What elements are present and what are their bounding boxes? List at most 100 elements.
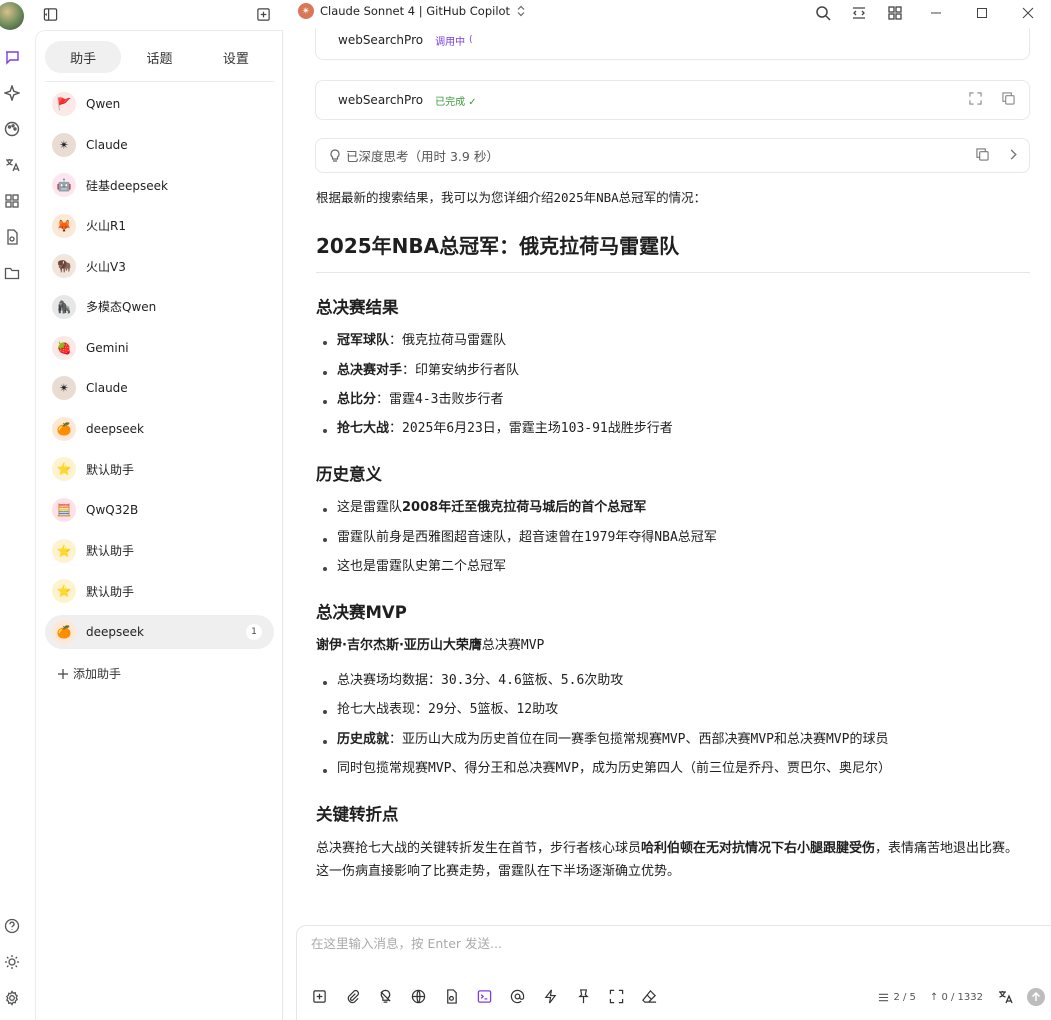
assistant-name: 多模态Qwen	[86, 300, 157, 315]
toggle-sidebar-icon[interactable]	[40, 4, 60, 24]
context-counter[interactable]: 2 / 5	[878, 992, 916, 1003]
sidebar-item-assistant[interactable]: 🦊 火山R1	[45, 209, 274, 243]
message-title: 2025年NBA总冠军：俄克拉荷马雷霆队	[316, 230, 1030, 273]
assistant-name: deepseek	[86, 624, 144, 639]
list-item: 抢七大战表现：29分、5篮板、12助攻	[316, 700, 1030, 721]
tab-settings[interactable]: 设置	[198, 41, 274, 73]
mention-icon[interactable]	[507, 986, 527, 1006]
section-heading: 总决赛MVP	[316, 602, 407, 622]
sidebar-item-assistant[interactable]: 🧮 QwQ32B	[45, 493, 274, 527]
sidebar-item-assistant[interactable]: ✴ Claude	[45, 371, 274, 405]
thinking-mode-icon[interactable]	[375, 986, 395, 1006]
new-topic-icon[interactable]	[309, 986, 329, 1006]
eraser-icon[interactable]	[639, 986, 659, 1006]
title-bar: ✴ Claude Sonnet 4 | GitHub Copilot	[0, 0, 1051, 28]
close-icon[interactable]	[1005, 0, 1051, 26]
fullscreen-icon[interactable]	[606, 986, 626, 1006]
chat-icon[interactable]	[2, 47, 22, 67]
tab-assistants[interactable]: 助手	[45, 41, 122, 73]
star-emoji: ⭐	[52, 538, 76, 563]
quick-phrase-icon[interactable]	[540, 986, 560, 1006]
sidebar-item-assistant[interactable]: 🤖 硅基deepseek	[45, 168, 274, 202]
message-intro: 根据最新的搜索结果，我可以为您详细介绍2025年NBA总冠军的情况：	[316, 190, 707, 205]
sidebar-item-assistant[interactable]: 🍊 deepseek	[45, 412, 274, 446]
list-item: 冠军球队：俄克拉荷马雷霆队	[316, 331, 1030, 352]
expand-icon[interactable]	[969, 92, 982, 105]
assistant-name: QwQ32B	[86, 502, 139, 517]
list-item: 总比分：雷霆4-3击败步行者	[316, 390, 1030, 411]
turning-paragraph: 总决赛抢七大战的关键转折发生在首节，步行者核心球员哈利伯顿在无对抗情况下右小腿跟…	[316, 841, 1019, 879]
translate-icon[interactable]	[997, 989, 1013, 1005]
arrow-up-icon	[1031, 992, 1041, 1001]
section-heading: 历史意义	[316, 465, 382, 485]
sidebar-item-assistant[interactable]: 🍊 deepseek 1	[45, 614, 274, 649]
star-emoji: ⭐	[52, 457, 76, 482]
search-icon[interactable]	[805, 0, 841, 26]
tool-call-card[interactable]: webSearchPro 调用中 (	[315, 28, 1030, 60]
section-heading: 总决赛结果	[316, 298, 399, 317]
sidebar-item-assistant[interactable]: 🍓 Gemini	[45, 331, 274, 365]
pin-icon[interactable]	[573, 986, 593, 1006]
knowledge-base-icon[interactable]	[441, 986, 461, 1006]
strawberry-emoji: 🍓	[52, 335, 76, 360]
loading-spinner-icon: (	[469, 35, 473, 45]
add-assistant-label: 添加助手	[73, 667, 122, 681]
send-button[interactable]	[1027, 988, 1045, 1006]
document-icon[interactable]	[2, 227, 22, 247]
tangerine-emoji: 🍊	[52, 416, 76, 441]
sidebar-item-assistant[interactable]: 🦬 火山V3	[45, 249, 274, 283]
model-selector[interactable]: ✴ Claude Sonnet 4 | GitHub Copilot	[298, 3, 526, 19]
list-icon	[879, 993, 889, 1001]
new-topic-icon[interactable]	[253, 4, 273, 24]
assistant-sidebar: 助手 话题 设置 🚩 Qwen ✴ Claude 🤖 硅基deepseek 🦊 火山R1 🦬 火山…	[35, 30, 283, 1020]
tab-topics[interactable]: 话题	[121, 41, 197, 73]
tool-call-card[interactable]: webSearchPro 已完成 ✓	[315, 80, 1030, 120]
sidebar-item-assistant[interactable]: ⭐ 默认助手	[45, 534, 274, 568]
assistant-name: 火山V3	[86, 259, 126, 274]
sidebar-item-assistant[interactable]: ⭐ 默认助手	[45, 452, 274, 486]
sidebar-item-assistant[interactable]: 🦍 多模态Qwen	[45, 290, 274, 324]
chevron-right-icon[interactable]	[1007, 148, 1019, 161]
mcp-tools-icon[interactable]	[474, 986, 494, 1006]
thinking-label: 已深度思考（用时 3.9 秒）	[346, 149, 499, 164]
settings-gear-icon[interactable]	[2, 988, 22, 1008]
attachment-icon[interactable]	[342, 986, 362, 1006]
list-item: 同时包揽常规赛MVP、得分王和总决赛MVP，成为历史第四人（前三位是乔丹、贾巴尔…	[316, 759, 1030, 780]
assistant-name: 默认助手	[86, 544, 135, 559]
list-item: 抢七大战：2025年6月23日，雷霆主场103-91战胜步行者	[316, 419, 1030, 440]
web-search-icon[interactable]	[408, 986, 428, 1006]
list-item: 雷霆队前身是西雅图超音速队，超音速曾在1979年夺得NBA总冠军	[316, 528, 1030, 549]
sidebar-item-assistant[interactable]: ⭐ 默认助手	[45, 574, 274, 608]
sidebar-item-assistant[interactable]: ✴ Claude	[45, 128, 274, 162]
layout-icon[interactable]	[841, 0, 877, 26]
chat-area: webSearchPro 调用中 ( webSearchPro 已完成 ✓ 已深…	[300, 28, 1045, 924]
tool-name: webSearchPro	[338, 33, 424, 47]
plus-icon	[58, 668, 68, 679]
message-composer: 2 / 5 ↑ 0 / 1332	[296, 925, 1051, 1020]
minimize-icon[interactable]	[913, 0, 959, 26]
tool-status: 调用中	[435, 36, 466, 48]
left-rail	[0, 0, 24, 1020]
message-input[interactable]	[311, 936, 1011, 951]
copy-icon[interactable]	[1002, 92, 1015, 105]
assistant-name: deepseek	[86, 421, 144, 436]
translate-icon[interactable]	[2, 155, 22, 175]
tool-status: 已完成 ✓	[435, 96, 477, 108]
folder-icon[interactable]	[2, 263, 22, 283]
assistant-name: 默认助手	[86, 584, 135, 599]
list-item: 历史成就：亚历山大成为历史首位在同一赛季包揽常规赛MVP、西部决赛MVP和总决赛…	[316, 730, 1030, 751]
divider	[45, 81, 274, 82]
brightness-icon[interactable]	[2, 952, 22, 972]
add-assistant-button[interactable]: 添加助手	[57, 665, 121, 682]
thinking-panel[interactable]: 已深度思考（用时 3.9 秒）	[315, 138, 1030, 173]
token-counter: ↑ 0 / 1332	[929, 991, 983, 1003]
copy-icon[interactable]	[976, 148, 989, 161]
maximize-icon[interactable]	[959, 0, 1005, 26]
sparkle-icon[interactable]	[2, 83, 22, 103]
sidebar-item-assistant[interactable]: 🚩 Qwen	[45, 87, 274, 121]
help-icon[interactable]	[2, 916, 22, 936]
assistant-name: Claude	[86, 381, 128, 396]
palette-icon[interactable]	[2, 119, 22, 139]
mini-apps-icon[interactable]	[877, 0, 913, 26]
apps-grid-icon[interactable]	[2, 191, 22, 211]
